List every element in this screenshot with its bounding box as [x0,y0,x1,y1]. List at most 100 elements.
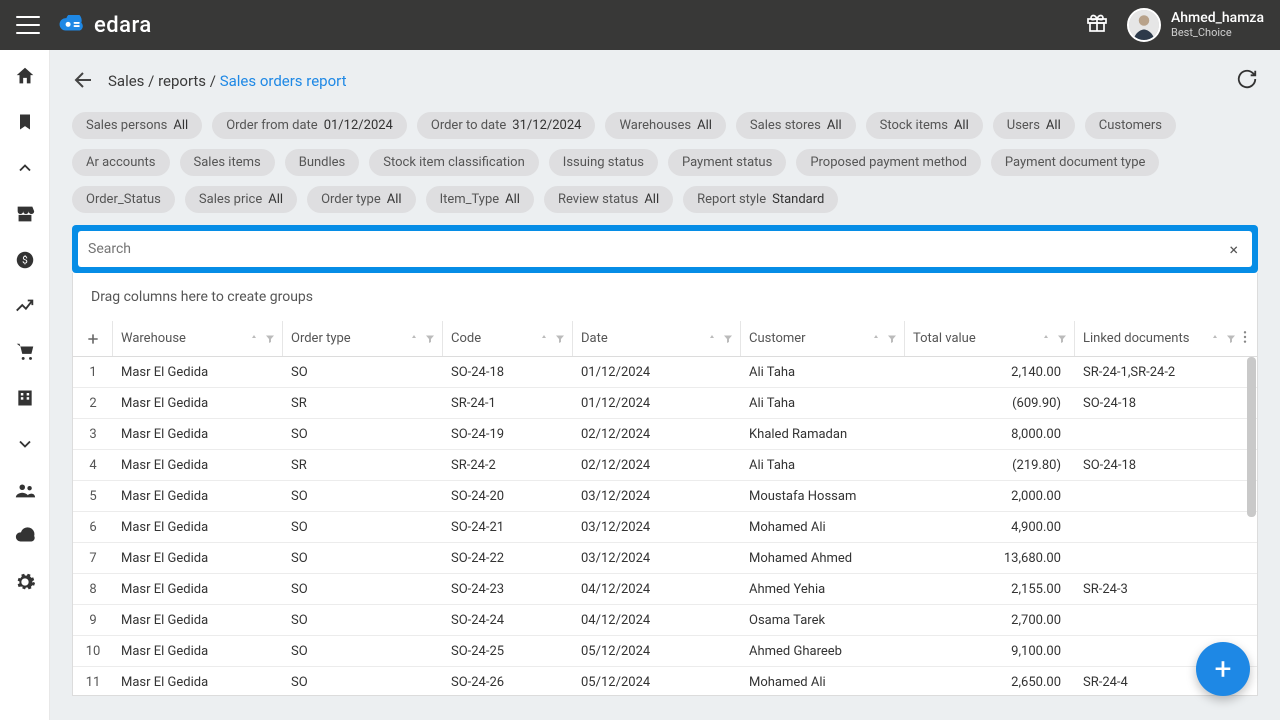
home-icon[interactable] [13,64,37,88]
cell-customer: Mohamed Ali [741,512,905,542]
brand-name: edara [94,13,152,38]
filter-chip[interactable]: Proposed payment method [796,149,981,176]
filter-chip[interactable]: Review statusAll [544,186,673,213]
group-icon[interactable] [13,478,37,502]
more-vert-icon[interactable] [1237,329,1253,349]
money-icon[interactable]: $ [13,248,37,272]
table-row[interactable]: 5Masr El GedidaSOSO-24-2003/12/2024Moust… [73,481,1257,512]
filter-chip[interactable]: Order typeAll [307,186,416,213]
fab-add-button[interactable]: + [1196,642,1250,696]
refresh-icon[interactable] [1236,68,1258,94]
gift-icon[interactable] [1085,11,1109,39]
crumb-reports[interactable]: reports [158,72,206,90]
row-number: 9 [73,605,113,635]
cell-code: SR-24-1 [443,388,573,418]
filter-chip[interactable]: Bundles [285,149,360,176]
col-warehouse[interactable]: Warehouse [113,321,283,356]
chip-label: Payment document type [1005,155,1145,170]
cell-linked [1075,543,1243,573]
cell-code: SO-24-25 [443,636,573,666]
vertical-scrollbar[interactable] [1247,357,1256,517]
sort-filter-icon[interactable] [1040,333,1068,345]
breadcrumb: Sales / reports / Sales orders report [108,72,347,90]
sort-filter-icon[interactable] [870,333,898,345]
filter-chip[interactable]: Payment status [668,149,786,176]
chip-label: Issuing status [563,155,644,170]
cell-date: 02/12/2024 [573,450,741,480]
table-row[interactable]: 9Masr El GedidaSOSO-24-2404/12/2024Osama… [73,605,1257,636]
table-row[interactable]: 2Masr El GedidaSRSR-24-101/12/2024Ali Ta… [73,388,1257,419]
filter-chip[interactable]: Sales items [180,149,275,176]
col-date[interactable]: Date [573,321,741,356]
filter-chip[interactable]: Sales priceAll [185,186,297,213]
cell-total: 2,700.00 [905,605,1075,635]
chip-label: Proposed payment method [810,155,967,170]
cell-total: (609.90) [905,388,1075,418]
col-linked[interactable]: Linked documents [1075,321,1243,356]
filter-chip[interactable]: Order to date31/12/2024 [417,112,596,139]
sort-filter-icon[interactable] [538,333,566,345]
table-row[interactable]: 11Masr El GedidaSOSO-24-2605/12/2024Moha… [73,667,1257,695]
chip-label: Sales stores [750,118,821,133]
user-menu[interactable]: Ahmed_hamza Best_Choice [1127,8,1264,42]
filter-chip[interactable]: Item_TypeAll [426,186,534,213]
bookmark-icon[interactable] [13,110,37,134]
filter-chip[interactable]: Stock itemsAll [866,112,983,139]
cell-total: 9,100.00 [905,636,1075,666]
building-icon[interactable] [13,386,37,410]
sort-filter-icon[interactable] [706,333,734,345]
filter-chip[interactable]: WarehousesAll [605,112,725,139]
chip-value: All [954,118,969,133]
crumb-sales[interactable]: Sales [108,72,144,90]
col-total[interactable]: Total value [905,321,1075,356]
table-row[interactable]: 1Masr El GedidaSOSO-24-1801/12/2024Ali T… [73,357,1257,388]
trend-icon[interactable] [13,294,37,318]
user-sub: Best_Choice [1171,27,1264,39]
cart-icon[interactable] [13,340,37,364]
table-row[interactable]: 3Masr El GedidaSOSO-24-1902/12/2024Khale… [73,419,1257,450]
table-row[interactable]: 10Masr El GedidaSOSO-24-2505/12/2024Ahme… [73,636,1257,667]
cell-linked [1075,481,1243,511]
cell-date: 02/12/2024 [573,419,741,449]
search-input[interactable] [88,241,1225,257]
back-arrow-icon[interactable] [72,68,98,94]
filter-chip[interactable]: UsersAll [993,112,1075,139]
filter-chip[interactable]: Sales storesAll [736,112,856,139]
sort-filter-icon[interactable] [1209,333,1237,345]
storefront-icon[interactable] [13,202,37,226]
filter-chip[interactable]: Issuing status [549,149,658,176]
gear-icon[interactable] [13,570,37,594]
cell-customer: Ahmed Yehia [741,574,905,604]
table-row[interactable]: 4Masr El GedidaSRSR-24-202/12/2024Ali Ta… [73,450,1257,481]
cloud-icon[interactable] [13,524,37,548]
cell-date: 03/12/2024 [573,512,741,542]
add-column-button[interactable] [73,321,113,356]
filter-chip[interactable]: Sales personsAll [72,112,202,139]
col-code[interactable]: Code [443,321,573,356]
group-drop-zone[interactable]: Drag columns here to create groups [72,273,1258,321]
sort-filter-icon[interactable] [408,333,436,345]
chevron-up-icon[interactable] [13,156,37,180]
filter-chip[interactable]: Customers [1085,112,1176,139]
brand[interactable]: edara [58,13,152,38]
filter-chip[interactable]: Order from date01/12/2024 [212,112,407,139]
cell-warehouse: Masr El Gedida [113,450,283,480]
filter-chip[interactable]: Order_Status [72,186,175,213]
chevron-down-icon[interactable] [13,432,37,456]
page: Sales / reports / Sales orders report Sa… [50,50,1280,720]
filter-chip[interactable]: Report styleStandard [683,186,838,213]
col-order-type[interactable]: Order type [283,321,443,356]
table-row[interactable]: 7Masr El GedidaSOSO-24-2203/12/2024Moham… [73,543,1257,574]
filter-chip[interactable]: Payment document type [991,149,1159,176]
sort-filter-icon[interactable] [248,333,276,345]
col-customer[interactable]: Customer [741,321,905,356]
menu-toggle-button[interactable] [16,13,40,37]
cell-total: 2,650.00 [905,667,1075,695]
search-bar: × [72,225,1258,273]
clear-search-icon[interactable]: × [1225,240,1242,259]
filter-chip[interactable]: Stock item classification [369,149,539,176]
filter-chip[interactable]: Ar accounts [72,149,170,176]
chip-label: Order to date [431,118,506,133]
table-row[interactable]: 8Masr El GedidaSOSO-24-2304/12/2024Ahmed… [73,574,1257,605]
table-row[interactable]: 6Masr El GedidaSOSO-24-2103/12/2024Moham… [73,512,1257,543]
